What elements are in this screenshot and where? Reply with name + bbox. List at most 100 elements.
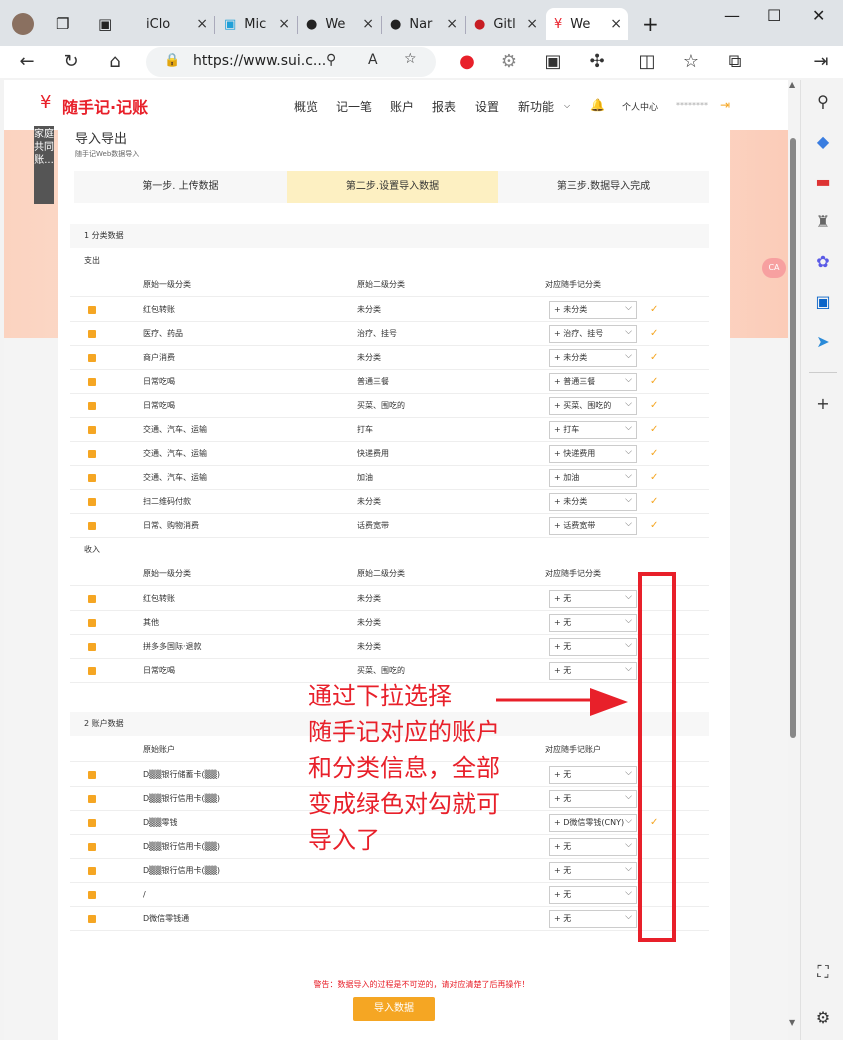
close-icon[interactable]: × — [362, 16, 374, 32]
row-checkbox[interactable] — [88, 843, 96, 851]
row-checkbox[interactable] — [88, 378, 96, 386]
mapping-select[interactable]: + 未分类 — [549, 492, 637, 511]
shopping-tag-icon[interactable]: ◆ — [813, 132, 833, 151]
row-checkbox[interactable] — [88, 450, 96, 458]
screenshot-icon[interactable]: ⛶ — [813, 962, 833, 982]
new-tab-button[interactable]: + — [634, 8, 664, 40]
zoom-icon[interactable]: ⚲ — [326, 52, 336, 68]
tools-icon[interactable]: ▬ — [813, 172, 833, 191]
nav-record[interactable]: 记一笔 — [336, 98, 372, 115]
site-logo[interactable]: 随手记·记账 — [62, 94, 148, 118]
mapping-select[interactable]: + 未分类 — [549, 348, 637, 367]
tab-mic[interactable]: ▣ Mic × — [216, 8, 296, 40]
close-icon[interactable]: × — [526, 16, 538, 32]
mapping-select[interactable]: + 无 — [549, 637, 637, 656]
row-checkbox[interactable] — [88, 306, 96, 314]
mapping-select[interactable]: + 无 — [549, 885, 637, 904]
mapping-select[interactable]: + 无 — [549, 861, 637, 880]
mapping-select[interactable]: + 未分类 — [549, 300, 637, 319]
tab-nar[interactable]: ● Nar × — [382, 8, 464, 40]
split-screen-icon[interactable]: ◫ — [636, 52, 658, 72]
back-icon[interactable]: ← — [16, 52, 38, 72]
mapping-select[interactable]: + 治疗、挂号 — [549, 324, 637, 343]
row-checkbox[interactable] — [88, 595, 96, 603]
page-scrollbar[interactable]: ▲ ▼ — [788, 80, 798, 1040]
close-icon[interactable]: × — [610, 16, 622, 32]
scroll-up-icon[interactable]: ▲ — [789, 80, 795, 89]
mapping-select[interactable]: + 无 — [549, 765, 637, 784]
close-icon[interactable]: × — [446, 16, 458, 32]
floating-badge[interactable]: CA — [762, 258, 786, 278]
tab-actions-icon[interactable]: ▣ — [90, 8, 120, 40]
extension-icon-2[interactable]: ▣ — [542, 52, 564, 72]
logout-icon[interactable]: ⇥ — [720, 98, 730, 112]
row-checkbox[interactable] — [88, 619, 96, 627]
favorites-icon[interactable]: ☆ — [680, 52, 702, 72]
nav-new-features[interactable]: 新功能 — [518, 98, 554, 115]
row-checkbox[interactable] — [88, 867, 96, 875]
row-checkbox[interactable] — [88, 402, 96, 410]
nav-reports[interactable]: 报表 — [432, 98, 456, 115]
row-checkbox[interactable] — [88, 474, 96, 482]
settings-gear-icon[interactable]: ⚙ — [813, 1008, 833, 1027]
mapping-select[interactable]: + D微信零钱(CNY) — [549, 813, 637, 832]
row-checkbox[interactable] — [88, 643, 96, 651]
mapping-select[interactable]: + 买菜、围吃的 — [549, 396, 637, 415]
mapping-select[interactable]: + 无 — [549, 589, 637, 608]
row-checkbox[interactable] — [88, 426, 96, 434]
scroll-down-icon[interactable]: ▼ — [789, 1018, 795, 1027]
tab-we-active[interactable]: ¥ We × — [546, 8, 628, 40]
outlook-icon[interactable]: ▣ — [813, 292, 833, 311]
read-aloud-icon[interactable]: A — [368, 52, 378, 68]
mapping-select[interactable]: + 无 — [549, 789, 637, 808]
games-icon[interactable]: ♜ — [813, 212, 833, 231]
mapping-select[interactable]: + 无 — [549, 837, 637, 856]
mapping-select[interactable]: + 无 — [549, 613, 637, 632]
mapping-select[interactable]: + 快递费用 — [549, 444, 637, 463]
row-checkbox[interactable] — [88, 667, 96, 675]
row-checkbox[interactable] — [88, 522, 96, 530]
refresh-icon[interactable]: ↻ — [60, 52, 82, 72]
mapping-select[interactable]: + 打车 — [549, 420, 637, 439]
favorite-star-icon[interactable]: ☆ — [404, 51, 417, 67]
home-icon[interactable]: ⌂ — [104, 52, 126, 72]
row-checkbox[interactable] — [88, 354, 96, 362]
row-checkbox[interactable] — [88, 498, 96, 506]
send-icon[interactable]: ➤ — [813, 332, 833, 351]
nav-settings[interactable]: 设置 — [475, 98, 499, 115]
sidebar-toggle-icon[interactable]: ⇥ — [810, 52, 832, 72]
search-icon[interactable]: ⚲ — [813, 92, 833, 111]
import-data-button[interactable]: 导入数据 — [353, 997, 435, 1021]
mapping-select[interactable]: + 加油 — [549, 468, 637, 487]
tab-iclo[interactable]: iClo × — [130, 8, 214, 40]
user-center-link[interactable]: 个人中心 — [622, 100, 658, 113]
row-checkbox[interactable] — [88, 771, 96, 779]
extensions-puzzle-icon[interactable]: ✣ — [586, 52, 608, 72]
address-bar[interactable]: 🔒 https://www.sui.c... ⚲ A ☆ — [146, 47, 436, 77]
row-checkbox[interactable] — [88, 330, 96, 338]
mapping-select[interactable]: + 话费宽带 — [549, 516, 637, 535]
close-icon[interactable]: × — [278, 16, 290, 32]
minimize-button[interactable]: — — [724, 6, 740, 25]
family-ledger-tag[interactable]: 家庭共同账... — [34, 126, 54, 204]
row-checkbox[interactable] — [88, 891, 96, 899]
row-checkbox[interactable] — [88, 915, 96, 923]
bell-icon[interactable]: 🔔 — [590, 98, 605, 112]
scrollbar-thumb[interactable] — [790, 138, 796, 738]
row-checkbox[interactable] — [88, 819, 96, 827]
profile-avatar-icon[interactable] — [4, 8, 40, 40]
extension-icon[interactable]: ⚙ — [498, 52, 520, 72]
row-checkbox[interactable] — [88, 795, 96, 803]
mapping-select[interactable]: + 普通三餐 — [549, 372, 637, 391]
nav-accounts[interactable]: 账户 — [390, 98, 414, 115]
tab-we[interactable]: ● We × — [298, 8, 380, 40]
collections-icon[interactable]: ⧉ — [724, 52, 746, 72]
maximize-button[interactable]: ☐ — [767, 6, 781, 25]
nav-overview[interactable]: 概览 — [294, 98, 318, 115]
close-icon[interactable]: × — [196, 16, 208, 32]
copilot-icon[interactable]: ✿ — [813, 252, 833, 271]
adblock-extension-icon[interactable]: ● — [456, 52, 478, 72]
close-window-button[interactable]: ✕ — [812, 6, 825, 25]
tab-gitl[interactable]: ● Gitl × — [466, 8, 544, 40]
mapping-select[interactable]: + 无 — [549, 909, 637, 928]
